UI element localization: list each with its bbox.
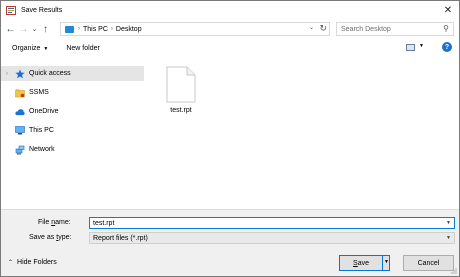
file-name-label: File name: [38,219,71,226]
sidebar-item-label: SSMS [29,89,49,96]
sidebar-item-label: OneDrive [29,108,59,115]
chevron-up-icon: ⌃ [8,260,14,266]
save-dialog: Save Results ✕ ← → ⌄ ↑ › This PC › Deskt… [0,0,460,277]
sidebar-item-label: Network [29,146,55,153]
computer-icon [15,126,25,136]
document-icon [166,66,196,103]
sidebar-item-onedrive[interactable]: OneDrive [1,104,144,119]
address-row: ← → ⌄ ↑ › This PC › Desktop ⌄ ↻ Search D… [1,19,459,39]
file-list: test.rpt [144,63,459,209]
file-item[interactable]: test.rpt [159,66,203,114]
save-button-label: Save [353,259,369,267]
new-folder-button[interactable]: New folder [66,45,99,52]
hide-folders-label: Hide Folders [17,259,57,266]
chevron-down-icon[interactable]: ▼ [446,235,451,241]
forward-arrow-icon[interactable]: → [17,22,30,36]
back-arrow-icon[interactable]: ← [4,22,17,36]
view-chevron-down-icon[interactable]: ▼ [419,43,424,49]
view-options-icon[interactable] [406,44,415,51]
breadcrumb-separator-icon[interactable]: › [78,26,80,32]
search-icon[interactable]: ⚲ [443,24,449,33]
up-arrow-icon[interactable]: ↑ [39,22,52,36]
save-options-panel: File name: test.rpt ▼ Save as type: Repo… [1,209,459,276]
sidebar-item-label: Quick access [29,70,71,77]
pc-icon [65,25,74,33]
help-icon[interactable]: ? [442,42,452,52]
breadcrumb-desktop[interactable]: Desktop [116,26,142,33]
save-options-chevron-icon[interactable]: ▼ [384,259,389,265]
sidebar-item-label: This PC [29,127,54,134]
chevron-down-icon: ▼ [43,46,49,52]
title-bar: Save Results ✕ [1,1,459,19]
star-icon [15,69,25,79]
save-as-type-value: Report files (*.rpt) [93,234,148,242]
close-icon[interactable]: ✕ [437,1,459,19]
sidebar-item-ssms[interactable]: SSMS [1,85,144,100]
folder-icon [15,88,25,98]
recent-locations-chevron-icon[interactable]: ⌄ [30,22,39,36]
file-name-value: test.rpt [93,219,115,227]
save-as-type-label: Save as type: [29,234,72,241]
navigation-pane: › Quick access SSMS OneDrive This PC Net… [1,63,144,209]
refresh-icon[interactable]: ↻ [319,23,327,34]
resize-grip-icon[interactable] [451,268,457,274]
sidebar-item-this-pc[interactable]: This PC [1,123,144,138]
organize-button[interactable]: Organize ▼ [12,45,48,52]
network-icon [15,145,25,155]
expand-arrow-icon[interactable]: › [6,71,8,77]
file-name-label: test.rpt [170,107,192,114]
hide-folders-button[interactable]: ⌃ Hide Folders [8,259,57,266]
cloud-icon [15,107,25,117]
save-as-type-select[interactable]: Report files (*.rpt) ▼ [89,232,455,244]
search-placeholder: Search Desktop [341,25,391,33]
breadcrumb-this-pc[interactable]: This PC [83,26,108,33]
organize-label: Organize [12,45,41,52]
toolbar: Organize ▼ New folder ▼ ? [1,39,459,58]
address-dropdown-icon[interactable]: ⌄ [309,24,314,31]
file-name-field[interactable]: test.rpt ▼ [89,217,455,229]
split-divider [382,256,383,270]
save-button[interactable]: Save ▼ [339,255,390,271]
address-bar[interactable]: › This PC › Desktop ⌄ ↻ [60,22,330,36]
app-icon [6,5,16,15]
search-input[interactable]: Search Desktop ⚲ [336,22,454,36]
breadcrumb-separator-icon[interactable]: › [111,26,113,32]
sidebar-item-quick-access[interactable]: › Quick access [1,66,144,81]
cancel-button[interactable]: Cancel [403,255,454,271]
sidebar-item-network[interactable]: Network [1,142,144,157]
window-title: Save Results [21,6,63,14]
chevron-down-icon[interactable]: ▼ [446,220,451,226]
